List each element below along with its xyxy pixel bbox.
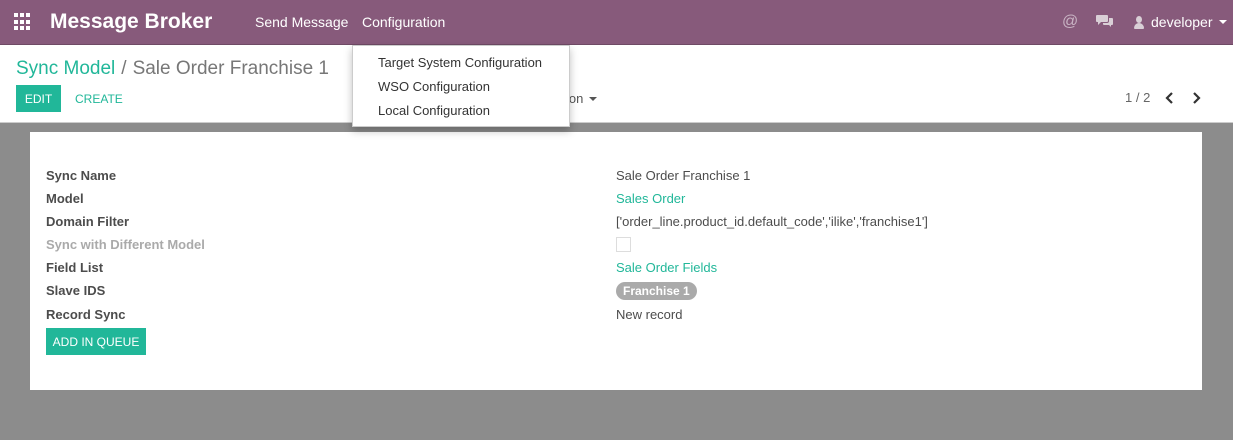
control-panel: Sync Model / Sale Order Franchise 1 EDIT C… — [0, 45, 1233, 123]
create-button[interactable]: CREATE — [75, 92, 123, 106]
breadcrumb-separator: / — [121, 58, 127, 79]
user-menu[interactable]: developer — [1133, 14, 1227, 30]
value-record-sync: New record — [616, 307, 683, 322]
value-domain-filter: ['order_line.product_id.default_code','i… — [616, 214, 928, 229]
value-model-link[interactable]: Sales Order — [616, 191, 685, 206]
menu-item-target-system-config[interactable]: Target System Configuration — [378, 55, 542, 70]
pager-value[interactable]: 1 / 2 — [1125, 90, 1150, 105]
top-navbar: Message Broker Send Message Configuratio… — [0, 0, 1233, 45]
user-name: developer — [1151, 14, 1213, 30]
chevron-left-icon[interactable] — [1164, 91, 1176, 105]
action-dropdown-button[interactable]: ion — [566, 91, 598, 106]
value-field-list-link[interactable]: Sale Order Fields — [616, 260, 717, 275]
label-sync-different-model: Sync with Different Model — [46, 237, 205, 252]
caret-down-icon — [1218, 20, 1227, 24]
menu-configuration[interactable]: Configuration — [362, 14, 445, 30]
breadcrumb-current: Sale Order Franchise 1 — [132, 58, 329, 79]
app-title: Message Broker — [50, 10, 213, 33]
menu-item-local-config[interactable]: Local Configuration — [378, 103, 490, 118]
form-sheet: Sync Name Sale Order Franchise 1 Model S… — [30, 132, 1202, 390]
label-field-list: Field List — [46, 260, 104, 275]
label-domain-filter: Domain Filter — [46, 214, 130, 229]
add-in-queue-button[interactable]: ADD IN QUEUE — [46, 328, 146, 355]
menu-send-message[interactable]: Send Message — [255, 14, 348, 30]
configuration-dropdown: Target System Configuration WSO Configur… — [352, 45, 570, 127]
label-record-sync: Record Sync — [46, 307, 126, 322]
label-model: Model — [46, 191, 84, 206]
caret-down-icon — [589, 96, 598, 101]
breadcrumb-parent[interactable]: Sync Model — [16, 58, 115, 79]
label-slave-ids: Slave IDS — [46, 283, 106, 298]
breadcrumb: Sync Model / Sale Order Franchise 1 — [16, 58, 329, 80]
slave-tag[interactable]: Franchise 1 — [616, 282, 697, 300]
value-sync-name: Sale Order Franchise 1 — [616, 168, 751, 183]
apps-grid-icon[interactable] — [14, 13, 32, 31]
sync-different-model-checkbox[interactable] — [616, 237, 631, 252]
menu-item-wso-config[interactable]: WSO Configuration — [378, 79, 490, 94]
edit-button[interactable]: EDIT — [16, 85, 61, 112]
label-sync-name: Sync Name — [46, 168, 117, 183]
chat-icon[interactable] — [1096, 14, 1114, 28]
at-icon[interactable]: @ — [1062, 13, 1078, 31]
user-icon — [1133, 15, 1145, 29]
chevron-right-icon[interactable] — [1190, 91, 1202, 105]
